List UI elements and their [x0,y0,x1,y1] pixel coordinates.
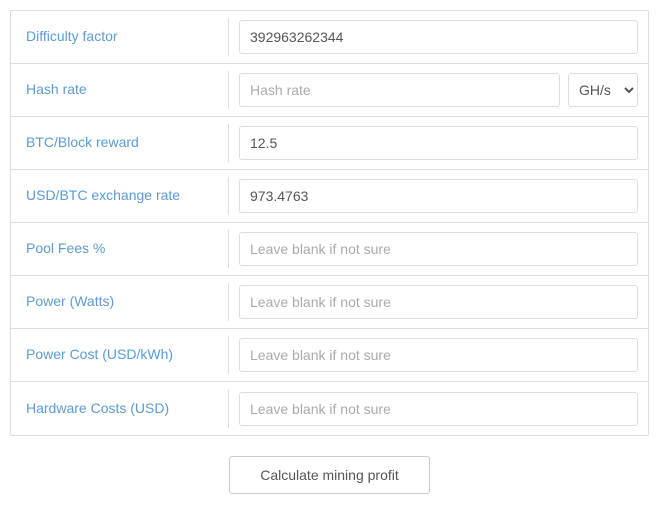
input-hardware-costs[interactable] [239,392,638,426]
label-text-difficulty-factor: Difficulty factor [26,28,118,44]
input-cell-usd-btc-exchange-rate [229,171,648,221]
row-hash-rate: Hash rate GH/sMH/sTH/sKH/s [11,64,648,117]
unit-select-hash-rate[interactable]: GH/sMH/sTH/sKH/s [568,73,638,107]
label-usd-btc-exchange-rate: USD/BTC exchange rate [11,177,229,215]
calculate-button[interactable]: Calculate mining profit [229,456,430,494]
input-cell-hardware-costs [229,384,648,434]
label-text-pool-fees: Pool Fees % [26,240,105,256]
label-text-power-watts: Power (Watts) [26,293,114,309]
input-cell-hash-rate: GH/sMH/sTH/sKH/s [229,65,648,115]
label-text-hardware-costs: Hardware Costs (USD) [26,400,169,416]
row-btc-block-reward: BTC/Block reward [11,117,648,170]
label-hardware-costs: Hardware Costs (USD) [11,390,229,428]
label-text-power-cost: Power Cost (USD/kWh) [26,346,173,362]
label-pool-fees: Pool Fees % [11,230,229,268]
label-text-btc-block-reward: BTC/Block reward [26,134,139,150]
input-cell-power-watts [229,277,648,327]
label-power-cost: Power Cost (USD/kWh) [11,336,229,374]
input-btc-block-reward[interactable] [239,126,638,160]
input-power-watts[interactable] [239,285,638,319]
input-cell-power-cost [229,330,648,380]
input-cell-difficulty-factor [229,12,648,62]
row-power-cost: Power Cost (USD/kWh) [11,329,648,382]
row-difficulty-factor: Difficulty factor [11,11,648,64]
input-difficulty-factor[interactable] [239,20,638,54]
label-text-hash-rate: Hash rate [26,81,87,97]
row-power-watts: Power (Watts) [11,276,648,329]
row-usd-btc-exchange-rate: USD/BTC exchange rate [11,170,648,223]
label-hash-rate: Hash rate [11,71,229,109]
label-difficulty-factor: Difficulty factor [11,18,229,56]
input-power-cost[interactable] [239,338,638,372]
input-cell-pool-fees [229,224,648,274]
input-usd-btc-exchange-rate[interactable] [239,179,638,213]
input-pool-fees[interactable] [239,232,638,266]
row-hardware-costs: Hardware Costs (USD) [11,382,648,435]
input-cell-btc-block-reward [229,118,648,168]
input-hash-rate[interactable] [239,73,560,107]
label-power-watts: Power (Watts) [11,283,229,321]
label-text-usd-btc-exchange-rate: USD/BTC exchange rate [26,187,180,203]
mining-calculator-form: Difficulty factor Hash rate GH/sMH/sTH/sKH… [10,10,649,436]
row-pool-fees: Pool Fees % [11,223,648,276]
label-btc-block-reward: BTC/Block reward [11,124,229,162]
button-row: Calculate mining profit [10,436,649,514]
